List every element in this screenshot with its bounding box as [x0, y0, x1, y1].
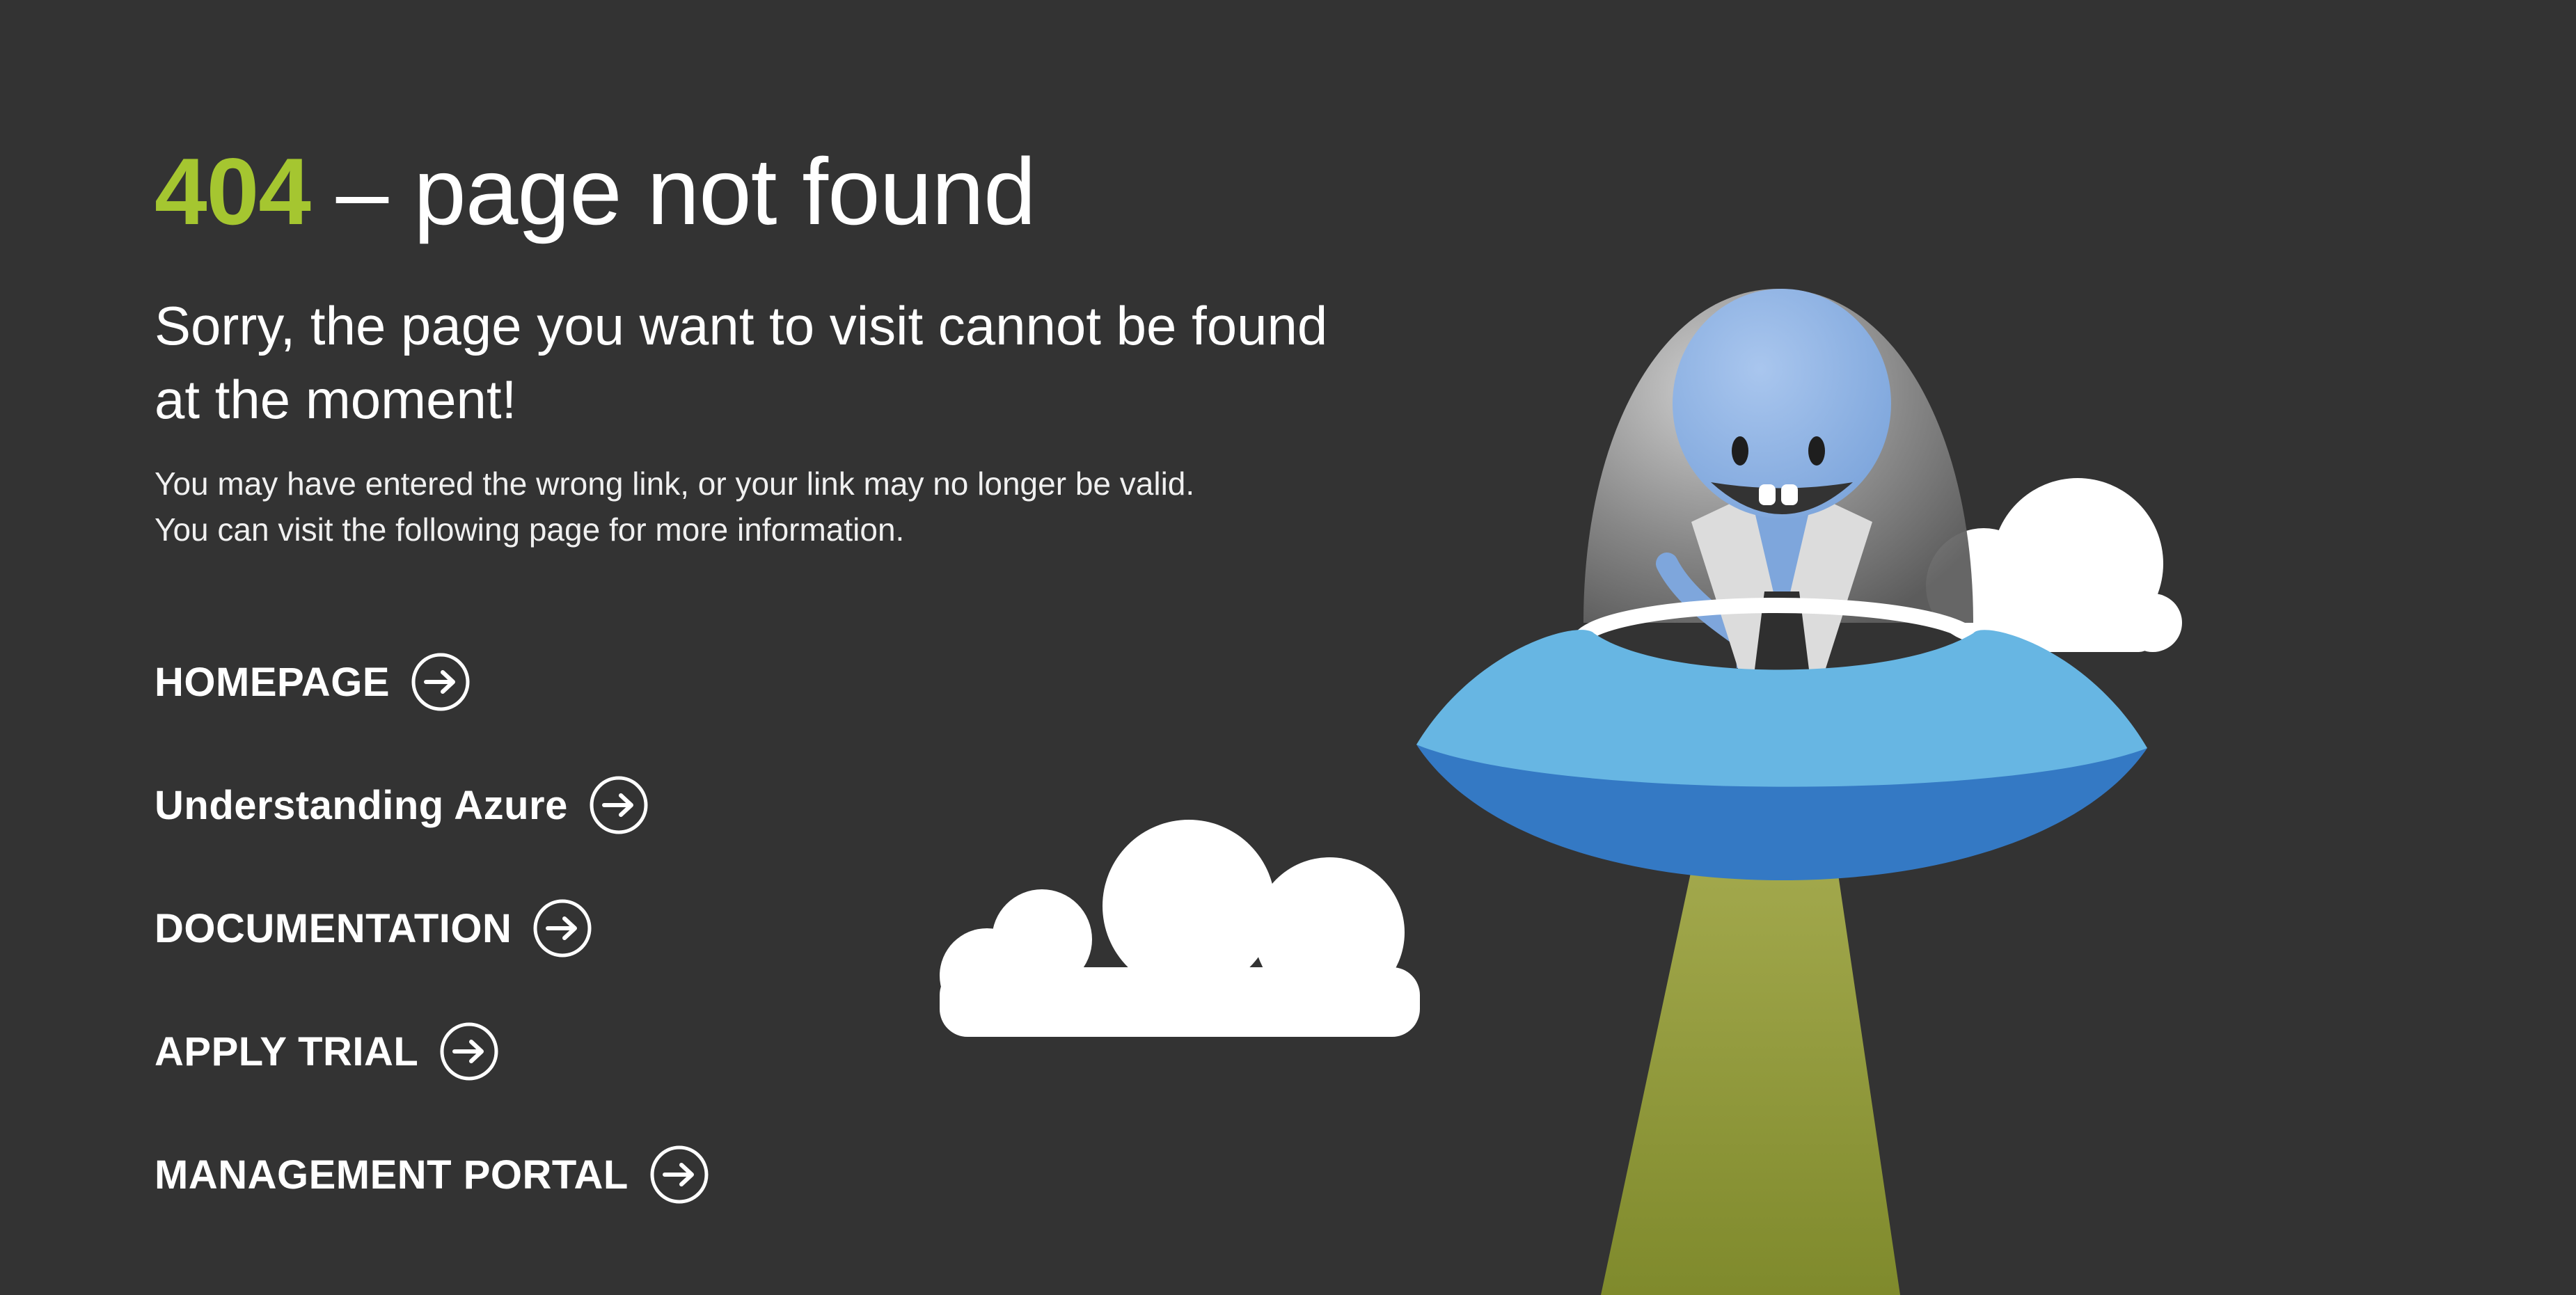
management-portal-link[interactable]: MANAGEMENT PORTAL — [155, 1140, 709, 1209]
error-code: 404 — [155, 138, 311, 244]
understanding-azure-link[interactable]: Understanding Azure — [155, 770, 709, 840]
arrow-right-circle-icon[interactable] — [532, 898, 592, 958]
arrow-right-circle-icon[interactable] — [649, 1145, 709, 1205]
documentation-link-label: DOCUMENTATION — [155, 905, 512, 951]
apply-trial-link[interactable]: APPLY TRIAL — [155, 1017, 709, 1086]
cloud-left — [940, 820, 1420, 1037]
help-links: HOMEPAGE Understanding Azure DOCUMENTATI… — [155, 647, 709, 1263]
arrow-right-circle-icon[interactable] — [589, 775, 649, 835]
ufo-alien-illustration — [940, 289, 2182, 1295]
understanding-azure-link-label: Understanding Azure — [155, 782, 568, 828]
arrow-right-circle-icon[interactable] — [439, 1022, 499, 1081]
homepage-link[interactable]: HOMEPAGE — [155, 647, 709, 717]
tractor-beam — [1601, 870, 1900, 1295]
homepage-link-label: HOMEPAGE — [155, 659, 390, 705]
documentation-link[interactable]: DOCUMENTATION — [155, 893, 709, 963]
management-portal-link-label: MANAGEMENT PORTAL — [155, 1152, 629, 1198]
error-page: 404 – page not found Sorry, the page you… — [0, 0, 2576, 1295]
apply-trial-link-label: APPLY TRIAL — [155, 1028, 419, 1074]
arrow-right-circle-icon[interactable] — [411, 652, 471, 712]
error-title-text: – page not found — [310, 138, 1036, 244]
page-title: 404 – page not found — [155, 132, 1338, 251]
